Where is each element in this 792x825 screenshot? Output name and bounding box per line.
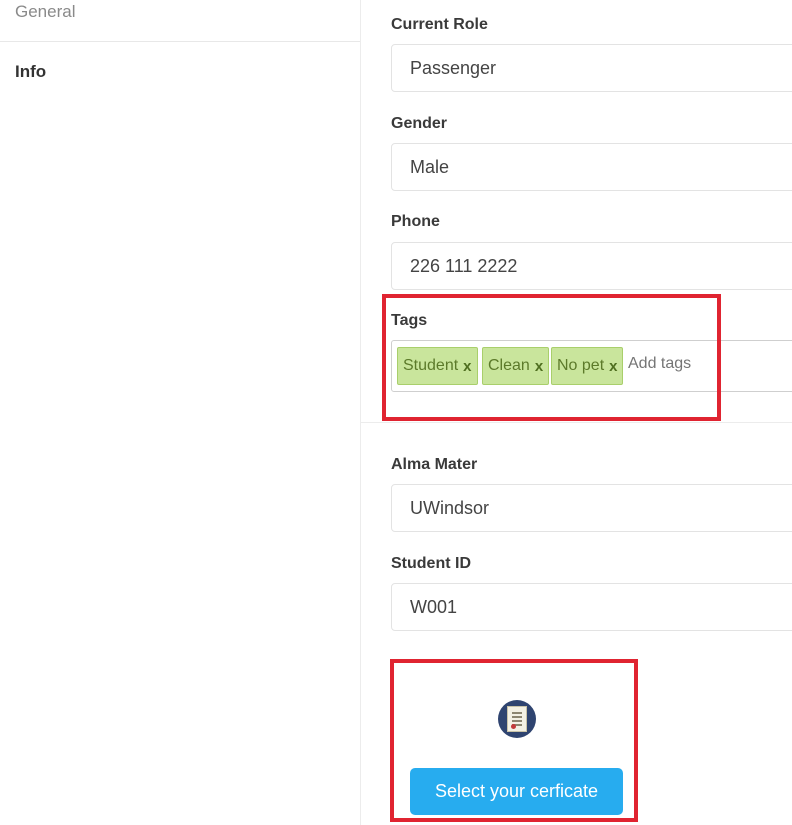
phone-field[interactable]: 226 111 2222 (391, 242, 792, 290)
phone-label: Phone (391, 213, 440, 230)
sidebar-divider (0, 41, 360, 42)
student-id-label: Student ID (391, 555, 471, 572)
alma-mater-value: UWindsor (410, 498, 490, 518)
sidebar: General Info (0, 0, 361, 825)
alma-mater-field[interactable]: UWindsor (391, 484, 792, 532)
sidebar-item-general[interactable]: General (15, 2, 75, 22)
gender-label: Gender (391, 115, 448, 132)
gender-field[interactable]: Male (391, 143, 792, 191)
student-id-field[interactable]: W001 (391, 583, 792, 631)
sidebar-item-info[interactable]: Info (15, 62, 46, 82)
section-divider (361, 422, 792, 423)
current-role-value: Passenger (410, 58, 497, 78)
alma-mater-label: Alma Mater (391, 456, 478, 473)
tags-highlight-box (382, 294, 721, 421)
certificate-highlight-box (390, 659, 638, 822)
phone-value: 226 111 2222 (410, 256, 518, 276)
current-role-field[interactable]: Passenger (391, 44, 792, 92)
student-id-value: W001 (410, 597, 458, 617)
current-role-label: Current Role (391, 16, 488, 33)
gender-value: Male (410, 157, 450, 177)
